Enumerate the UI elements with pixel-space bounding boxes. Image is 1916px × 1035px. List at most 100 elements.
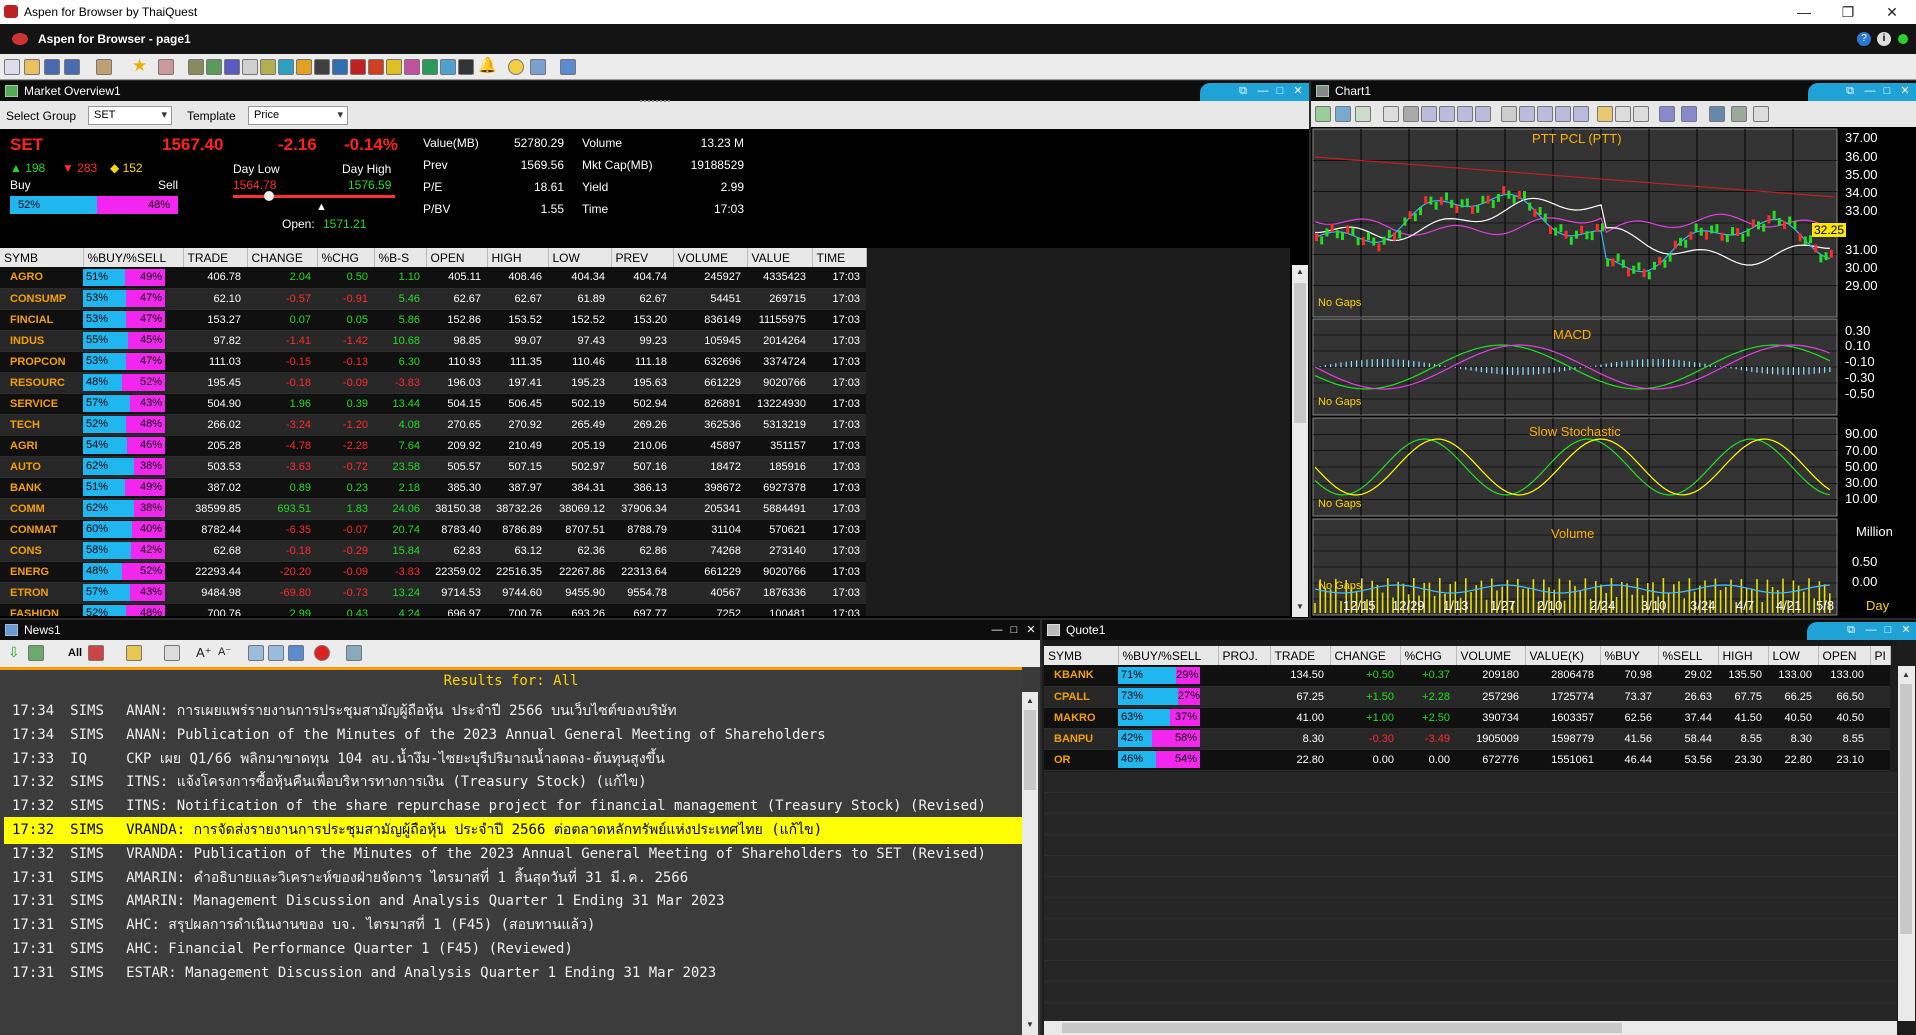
detach-icon[interactable]: ⧉ [1844, 623, 1858, 637]
chart-type-icon[interactable] [1681, 106, 1697, 122]
table-row[interactable]: RESOURC 48% 52% 195.45 -0.18 -0.09 -3.83 196.03… [0, 372, 866, 394]
quote-tool-icon[interactable] [206, 59, 222, 75]
layout-icon[interactable] [96, 59, 112, 75]
column-header[interactable]: SYMB [1044, 646, 1119, 665]
symbol-cell[interactable]: OR [1044, 749, 1118, 771]
symbol-cell[interactable]: COMM [0, 498, 83, 520]
table-row[interactable]: AGRO 51% 49% 406.78 2.04 0.50 1.10 405.11 408.46… [0, 267, 866, 289]
table-row[interactable]: CONS 58% 42% 62.68 -0.18 -0.29 15.84 62.83 63.12… [0, 540, 866, 562]
ranking-tool-icon[interactable] [368, 59, 384, 75]
symbol-cell[interactable]: CPALL [1044, 686, 1118, 708]
column-header[interactable]: %BUY/%SELL [1118, 646, 1219, 665]
language-flag-icon[interactable] [88, 645, 104, 661]
percent-icon[interactable] [1633, 106, 1649, 122]
news-scrollbar[interactable]: ▲ ▼ [1022, 692, 1038, 1035]
alert-tool-icon[interactable] [350, 59, 366, 75]
add-indicator-icon[interactable] [1315, 106, 1331, 122]
table-row[interactable]: CONMAT 60% 40% 8782.44 -6.35 -0.07 20.74 8783.4… [0, 519, 866, 541]
maximize-icon[interactable]: □ [1880, 84, 1894, 98]
column-header[interactable]: OPEN [1818, 646, 1871, 665]
column-header[interactable]: %BUY/%SELL [83, 248, 184, 267]
period-icon[interactable] [1659, 106, 1675, 122]
close-button[interactable]: ✕ [1872, 2, 1912, 22]
download-icon[interactable]: ⇩ [8, 645, 24, 661]
chart-tool-icon[interactable] [188, 59, 204, 75]
symbol-cell[interactable]: SERVICE [0, 393, 83, 415]
detach-icon[interactable]: ⧉ [1236, 84, 1250, 98]
table-row[interactable]: CONSUMP 53% 47% 62.10 -0.57 -0.91 5.46 62.67 62.… [0, 288, 866, 310]
export-icon[interactable] [1753, 106, 1769, 122]
zoom-fit-icon[interactable] [1439, 106, 1455, 122]
quote-h-scrollbar[interactable] [1044, 1021, 1897, 1035]
symbol-cell[interactable]: ETRON [0, 582, 83, 604]
scroll-thumb[interactable] [1900, 684, 1912, 934]
price-chart[interactable] [1311, 127, 1916, 618]
font-larger-icon[interactable]: A⁺ [196, 645, 212, 661]
ticker-tool-icon[interactable] [242, 59, 258, 75]
table-row[interactable]: KBANK 71% 29% 134.50 +0.50 +0.37 209180 2806478… [1044, 665, 1890, 687]
arrow-up-icon[interactable] [1555, 106, 1571, 122]
hline-tool-icon[interactable] [1537, 106, 1553, 122]
sector-tool-icon[interactable] [296, 59, 312, 75]
scroll-thumb[interactable] [1024, 710, 1036, 790]
info-icon[interactable]: i [1877, 32, 1891, 46]
compare-icon[interactable] [1709, 106, 1725, 122]
symbol-cell[interactable]: KBANK [1044, 665, 1118, 687]
minimize-icon[interactable]: — [1256, 84, 1270, 98]
stop-icon[interactable] [314, 645, 330, 661]
scan-tool-icon[interactable] [422, 59, 438, 75]
user-icon[interactable] [508, 59, 524, 75]
scroll-down-icon[interactable]: ▼ [1024, 1020, 1036, 1029]
snapshot-icon[interactable] [1355, 106, 1371, 122]
arrow-down-icon[interactable] [1573, 106, 1589, 122]
prev-page-icon[interactable] [268, 645, 284, 661]
minimize-icon[interactable]: — [1863, 84, 1877, 98]
symbol-cell[interactable]: AUTO [0, 456, 83, 478]
text-tool-icon[interactable] [1501, 106, 1517, 122]
new-page-icon[interactable] [4, 59, 20, 75]
table-row[interactable]: SERVICE 57% 43% 504.90 1.96 0.39 13.44 504.15 50… [0, 393, 866, 415]
table-row[interactable]: MAKRO 63% 37% 41.00 +1.00 +2.50 390734 1603357 6… [1044, 707, 1890, 729]
zoom-x-icon[interactable] [1421, 106, 1437, 122]
scroll-up-icon[interactable]: ▲ [1294, 267, 1306, 277]
table-row[interactable]: BANPU 42% 58% 8.30 -0.30 -3.49 1905009 1598779 4… [1044, 728, 1890, 750]
column-header[interactable]: %CHG [317, 248, 375, 267]
column-header[interactable]: VOLUME [1456, 646, 1526, 665]
column-header[interactable]: PREV [611, 248, 674, 267]
restore-button[interactable]: ❐ [1828, 2, 1868, 22]
table-row[interactable]: OR 46% 54% 22.80 0.00 0.00 672776 1551061 46.44 5… [1044, 749, 1890, 771]
table-row[interactable]: BANK 51% 49% 387.02 0.89 0.23 2.18 385.30 387.97… [0, 477, 866, 499]
table-row[interactable]: COMM 62% 38% 38599.85 693.51 1.83 24.06 38150.3… [0, 498, 866, 520]
column-header[interactable]: OPEN [426, 248, 488, 267]
column-header[interactable]: %CHG [1400, 646, 1457, 665]
symbol-cell[interactable]: BANPU [1044, 728, 1118, 750]
refresh-news-icon[interactable] [28, 645, 44, 661]
home-icon[interactable] [1383, 106, 1399, 122]
search-quote-icon[interactable] [224, 59, 240, 75]
scroll-right-icon[interactable] [1475, 106, 1491, 122]
open-folder-icon[interactable] [24, 59, 40, 75]
symbol-cell[interactable]: AGRO [0, 267, 83, 289]
quote-scrollbar[interactable]: ▲ [1898, 666, 1915, 1021]
column-header[interactable]: HIGH [487, 248, 549, 267]
table-row[interactable]: CPALL 73% 27% 67.25 +1.50 +2.28 257296 1725774 7… [1044, 686, 1890, 708]
save-icon[interactable] [44, 59, 60, 75]
edit-icon[interactable] [164, 645, 180, 661]
table-row[interactable]: FASHION 52% 48% 700.76 2.99 0.43 4.24 696.97 700… [0, 603, 866, 616]
template-dropdown[interactable]: Price [248, 106, 348, 125]
table-row[interactable]: PROPCON 53% 47% 111.03 -0.15 -0.13 6.30 110.93 1… [0, 351, 866, 373]
symbol-cell[interactable]: CONS [0, 540, 83, 562]
table-row[interactable]: FINCIAL 53% 47% 153.27 0.07 0.05 5.86 152.86 153… [0, 309, 866, 331]
symbol-cell[interactable]: ENERG [0, 561, 83, 583]
save-as-icon[interactable] [64, 59, 80, 75]
bidoffer-tool-icon[interactable] [260, 59, 276, 75]
market-tool-icon[interactable] [278, 59, 294, 75]
detach-icon[interactable]: ⧉ [1843, 84, 1857, 98]
column-header[interactable]: %B-S [374, 248, 427, 267]
refresh-icon[interactable] [1335, 106, 1351, 122]
scroll-left-icon[interactable] [1457, 106, 1473, 122]
news-tool-icon[interactable] [332, 59, 348, 75]
column-header[interactable]: HIGH [1718, 646, 1769, 665]
maximize-icon[interactable]: □ [1273, 84, 1287, 98]
favorite-star-icon[interactable]: ★ [132, 57, 148, 75]
